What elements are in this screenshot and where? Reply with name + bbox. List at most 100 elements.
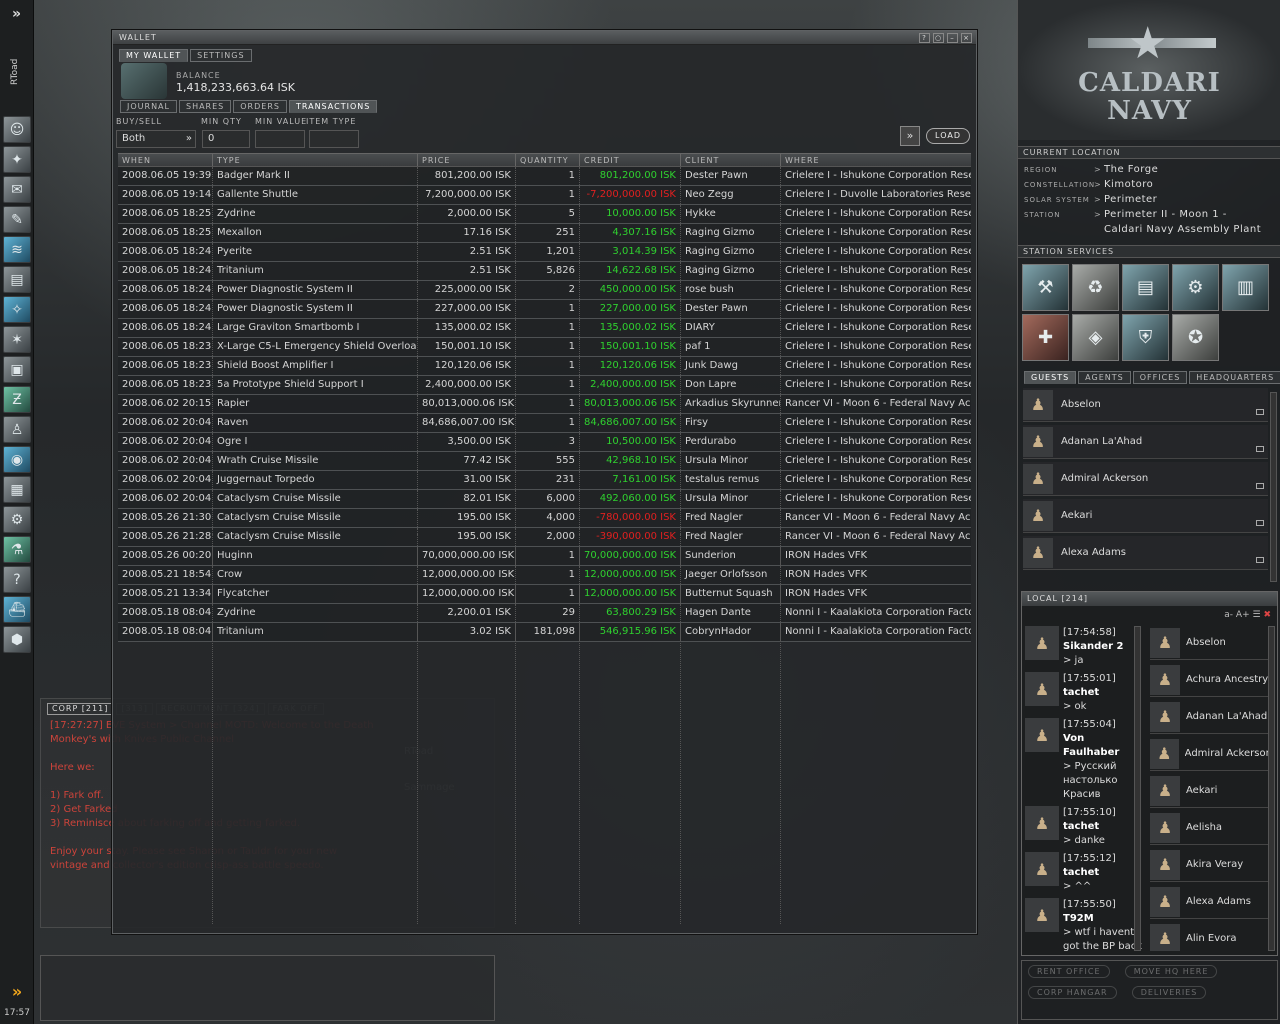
itemtype-input[interactable]: [309, 130, 359, 148]
move-hq-button[interactable]: MOVE HQ HERE: [1124, 965, 1218, 978]
member-item[interactable]: ♟ Alin Evora: [1150, 922, 1268, 951]
people-places-icon[interactable]: ✦: [3, 146, 31, 173]
table-row[interactable]: 2008.06.05 19:39 Badger Mark II 801,200.00…: [118, 167, 971, 186]
science-industry-icon[interactable]: ▦: [3, 476, 31, 503]
starmap-icon[interactable]: ✶: [3, 326, 31, 353]
table-row[interactable]: 2008.06.05 18:25 Mexallon 17.16 ISK 251 4,30…: [118, 224, 971, 243]
factory-icon[interactable]: ▥: [1222, 264, 1269, 311]
map-icon[interactable]: ✧: [3, 296, 31, 323]
rent-office-button[interactable]: RENT OFFICE: [1028, 965, 1110, 978]
col-price[interactable]: PRICE: [418, 154, 516, 166]
wallet-icon[interactable]: Ƶ: [3, 386, 31, 413]
table-row[interactable]: 2008.06.05 18:24 Power Diagnostic System …: [118, 300, 971, 319]
tab-orders[interactable]: ORDERS: [233, 100, 287, 113]
mail-icon[interactable]: ✉: [3, 176, 31, 203]
local-chat-window[interactable]: LOCAL [214] a- A+ ☰ ✖ ♟ [17:54:58] Sikande…: [1021, 591, 1278, 956]
ship-hangar-icon[interactable]: ⛴: [3, 596, 31, 623]
contracts-icon[interactable]: ⚗: [3, 536, 31, 563]
member-scrollbar[interactable]: [1268, 626, 1275, 951]
minvalue-input[interactable]: [255, 130, 305, 148]
tab-headquarters[interactable]: HEADQUARTERS: [1189, 371, 1280, 384]
load-button[interactable]: LOAD: [926, 128, 970, 144]
corporation-icon[interactable]: ♙: [3, 416, 31, 443]
table-row[interactable]: 2008.05.26 21:30 Cataclysm Cruise Missile…: [118, 509, 971, 528]
table-row[interactable]: 2008.06.05 18:24 Large Graviton Smartbomb…: [118, 319, 971, 338]
table-row[interactable]: 2008.06.05 18:25 Zydrine 2,000.00 ISK 5 10,0…: [118, 205, 971, 224]
guest-item[interactable]: ♟ Admiral Ackerson: [1023, 462, 1268, 496]
menu-icon[interactable]: [1256, 483, 1264, 489]
member-item[interactable]: ♟ Alexa Adams: [1150, 885, 1268, 919]
deliveries-button[interactable]: DELIVERIES: [1131, 986, 1207, 999]
col-where[interactable]: WHERE: [781, 154, 971, 166]
avatar[interactable]: ♟: [1025, 898, 1059, 932]
menu-icon[interactable]: [1256, 446, 1264, 452]
minqty-input[interactable]: 0: [202, 130, 250, 148]
neocom-username[interactable]: RToad: [10, 32, 24, 112]
table-row[interactable]: 2008.05.18 08:04 Zydrine 2,200.01 ISK 29 63,…: [118, 604, 971, 623]
chat-input-area[interactable]: [40, 955, 495, 1021]
table-row[interactable]: 2008.06.05 18:24 Pyerite 2.51 ISK 1,201 3,01…: [118, 243, 971, 262]
tab-agents[interactable]: AGENTS: [1078, 371, 1131, 384]
close-icon[interactable]: ×: [961, 32, 972, 43]
channels-icon[interactable]: ≋: [3, 236, 31, 263]
bounty-office-icon[interactable]: ◈: [1072, 314, 1119, 361]
list-view-icon[interactable]: ☰: [1253, 610, 1261, 620]
member-item[interactable]: ♟ Adanan La'Ahad: [1150, 700, 1268, 734]
agents-service-icon[interactable]: ✪: [1172, 314, 1219, 361]
col-when[interactable]: WHEN: [118, 154, 213, 166]
col-credit[interactable]: CREDIT: [580, 154, 681, 166]
member-item[interactable]: ♟ Abselon: [1150, 626, 1268, 660]
table-row[interactable]: 2008.06.05 18:23 X-Large C5-L Emergency S…: [118, 338, 971, 357]
table-row[interactable]: 2008.05.26 21:28 Cataclysm Cruise Missile…: [118, 528, 971, 547]
fitting-icon[interactable]: ⚙: [3, 506, 31, 533]
message-sender[interactable]: tachet: [1063, 821, 1099, 832]
menu-icon[interactable]: [1256, 557, 1264, 563]
corp-chat-tab[interactable]: CORP [211]: [47, 703, 114, 715]
avatar[interactable]: ♟: [1025, 626, 1059, 660]
message-sender[interactable]: T92M: [1063, 913, 1094, 924]
minimize-icon[interactable]: –: [947, 32, 958, 43]
message-sender[interactable]: tachet: [1063, 867, 1099, 878]
character-sheet-icon[interactable]: ☺: [3, 116, 31, 143]
guest-item[interactable]: ♟ Adanan La'Ahad: [1023, 425, 1268, 459]
help-icon[interactable]: ?: [919, 32, 930, 43]
guest-item[interactable]: ♟ Abselon: [1023, 388, 1268, 422]
reprocessing-plant-icon[interactable]: ♻: [1072, 264, 1119, 311]
settings-icon[interactable]: ○: [933, 32, 944, 43]
notepad-icon[interactable]: ✎: [3, 206, 31, 233]
table-row[interactable]: 2008.06.05 19:14 Gallente Shuttle 7,200,00…: [118, 186, 971, 205]
insurance-icon[interactable]: ⛨: [1122, 314, 1169, 361]
export-icon[interactable]: »: [900, 126, 920, 146]
assets-icon[interactable]: ▣: [3, 356, 31, 383]
table-row[interactable]: 2008.06.05 18:23 Shield Boost Amplifier I…: [118, 357, 971, 376]
medical-icon[interactable]: ✚: [1022, 314, 1069, 361]
table-row[interactable]: 2008.06.02 20:04 Wrath Cruise Missile 77.4…: [118, 452, 971, 471]
market-service-icon[interactable]: ▤: [1122, 264, 1169, 311]
guest-scrollbar[interactable]: [1270, 392, 1277, 582]
avatar[interactable]: ♟: [1025, 806, 1059, 840]
table-row[interactable]: 2008.06.02 20:04 Ogre I 3,500.00 ISK 3 10,50…: [118, 433, 971, 452]
item-hangar-icon[interactable]: ⬢: [3, 626, 31, 653]
table-row[interactable]: 2008.06.02 20:04 Juggernaut Torpedo 31.00 …: [118, 471, 971, 490]
table-row[interactable]: 2008.06.05 18:23 5a Prototype Shield Supp…: [118, 376, 971, 395]
market-icon[interactable]: ◉: [3, 446, 31, 473]
message-sender[interactable]: Sikander 2: [1063, 641, 1123, 652]
table-row[interactable]: 2008.06.02 20:04 Raven 84,686,007.00 ISK 1 8…: [118, 414, 971, 433]
avatar[interactable]: ♟: [1025, 852, 1059, 886]
member-item[interactable]: ♟ Akira Veray: [1150, 848, 1268, 882]
journal-icon[interactable]: ▤: [3, 266, 31, 293]
guest-item[interactable]: ♟ Alexa Adams: [1023, 536, 1268, 570]
member-item[interactable]: ♟ Aelisha: [1150, 811, 1268, 845]
font-size-controls[interactable]: a- A+ ☰ ✖: [1224, 610, 1271, 620]
wallet-window[interactable]: WALLET ? ○ – × MY WALLET SETTINGS BALANC…: [112, 30, 977, 934]
help-icon[interactable]: ?: [3, 566, 31, 593]
table-row[interactable]: 2008.06.05 18:24 Power Diagnostic System …: [118, 281, 971, 300]
avatar[interactable]: ♟: [1025, 672, 1059, 706]
tab-shares[interactable]: SHARES: [178, 100, 232, 113]
expand-neocom-icon[interactable]: »: [4, 980, 30, 1002]
table-row[interactable]: 2008.06.02 20:04 Cataclysm Cruise Missile…: [118, 490, 971, 509]
table-row[interactable]: 2008.05.18 08:04 Tritanium 3.02 ISK 181,098…: [118, 623, 971, 642]
tab-journal[interactable]: JOURNAL: [120, 100, 177, 113]
col-type[interactable]: TYPE: [213, 154, 418, 166]
guest-item[interactable]: ♟ Aekari: [1023, 499, 1268, 533]
